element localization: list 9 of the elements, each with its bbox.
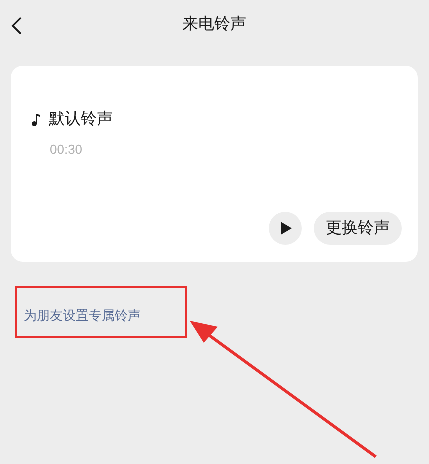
page-title: 来电铃声	[182, 14, 246, 35]
ringtone-name: 默认铃声	[49, 110, 113, 130]
change-ringtone-button[interactable]: 更换铃声	[314, 212, 402, 245]
play-icon	[280, 222, 292, 235]
back-icon[interactable]	[11, 16, 23, 36]
play-button[interactable]	[269, 212, 302, 245]
friend-ringtone-link[interactable]: 为朋友设置专属铃声	[24, 308, 141, 323]
ringtone-duration: 00:30	[50, 141, 83, 159]
music-note-icon	[31, 113, 41, 127]
